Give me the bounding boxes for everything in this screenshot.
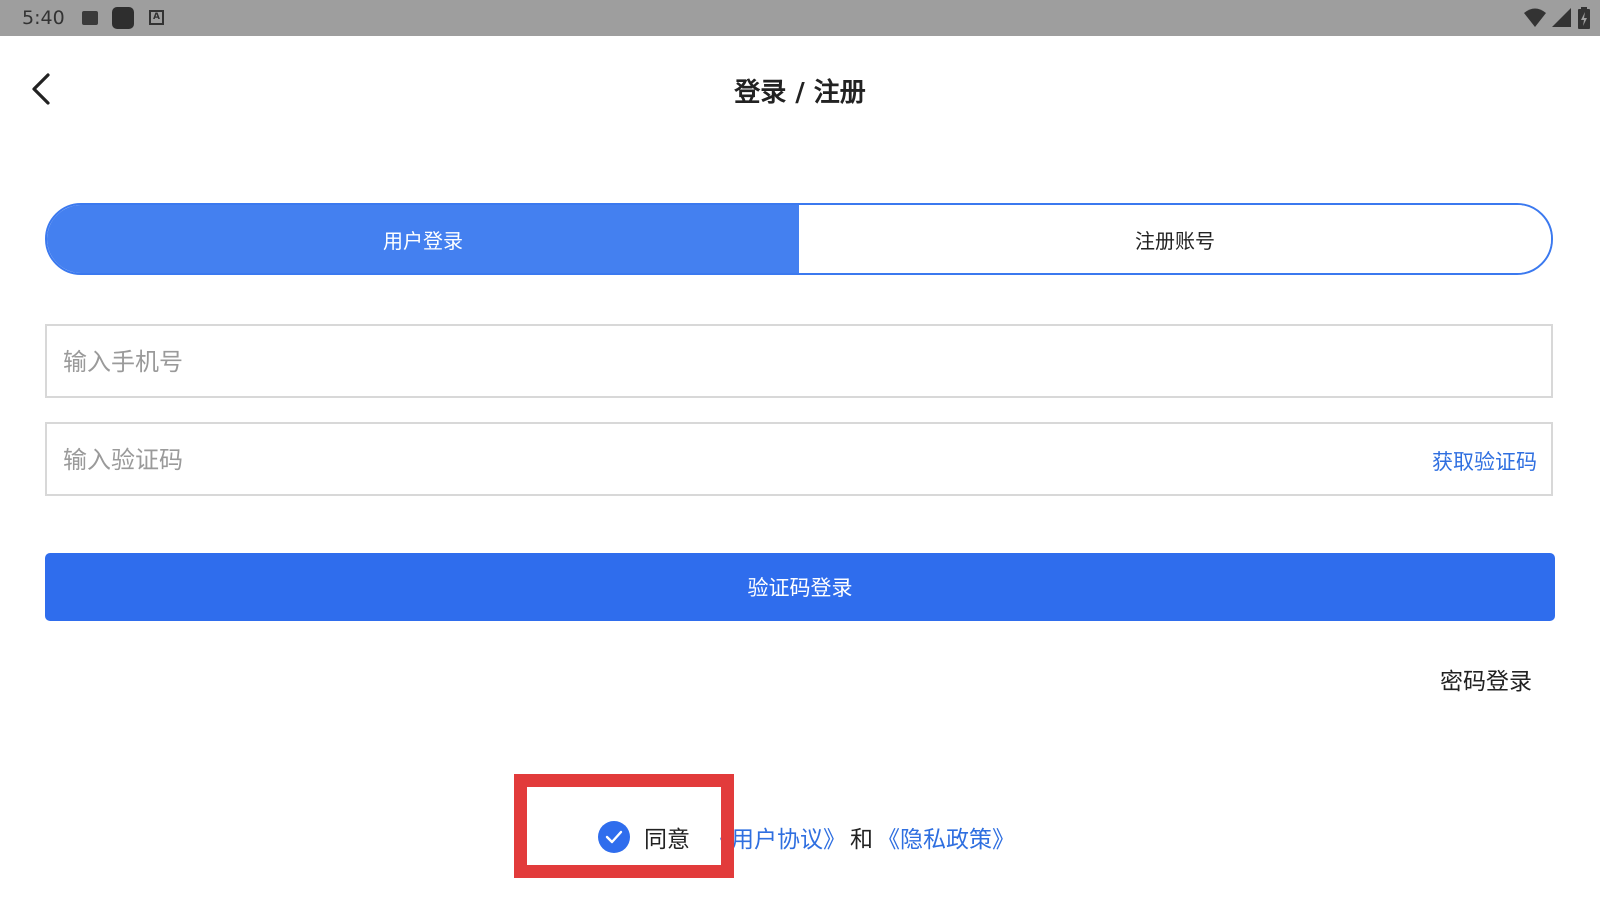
tab-user-login[interactable]: 用户登录	[47, 205, 799, 273]
page-title: 登录 / 注册	[734, 78, 866, 108]
phone-field	[45, 324, 1553, 398]
app-square-icon	[112, 7, 134, 29]
password-login-link[interactable]: 密码登录	[1440, 662, 1532, 696]
verification-code-input[interactable]	[61, 424, 1265, 496]
user-agreement-link[interactable]: 《用户协议》	[708, 820, 846, 854]
agree-label: 同意	[644, 827, 690, 853]
tab-register-account[interactable]: 注册账号	[799, 205, 1551, 273]
image-icon	[82, 11, 98, 25]
agreement-row: 同意 《用户协议》 和 《隐私政策》	[598, 820, 1015, 854]
status-bar: 5:40 A	[0, 0, 1600, 36]
battery-icon	[1578, 7, 1590, 29]
status-icons	[1524, 7, 1590, 29]
code-login-button[interactable]: 验证码登录	[45, 553, 1555, 621]
login-register-tabs: 用户登录 注册账号	[45, 203, 1553, 275]
wifi-icon	[1524, 8, 1546, 27]
get-code-link[interactable]: 获取验证码	[1432, 446, 1537, 476]
code-field: 获取验证码	[45, 422, 1553, 496]
privacy-policy-link[interactable]: 《隐私政策》	[877, 820, 1015, 854]
keyboard-a-icon: A	[149, 10, 164, 25]
signal-icon	[1552, 8, 1571, 27]
phone-input[interactable]	[61, 326, 1265, 398]
status-time: 5:40	[22, 7, 65, 29]
agree-checkbox-icon[interactable]	[598, 821, 630, 853]
and-text: 和	[850, 827, 873, 853]
